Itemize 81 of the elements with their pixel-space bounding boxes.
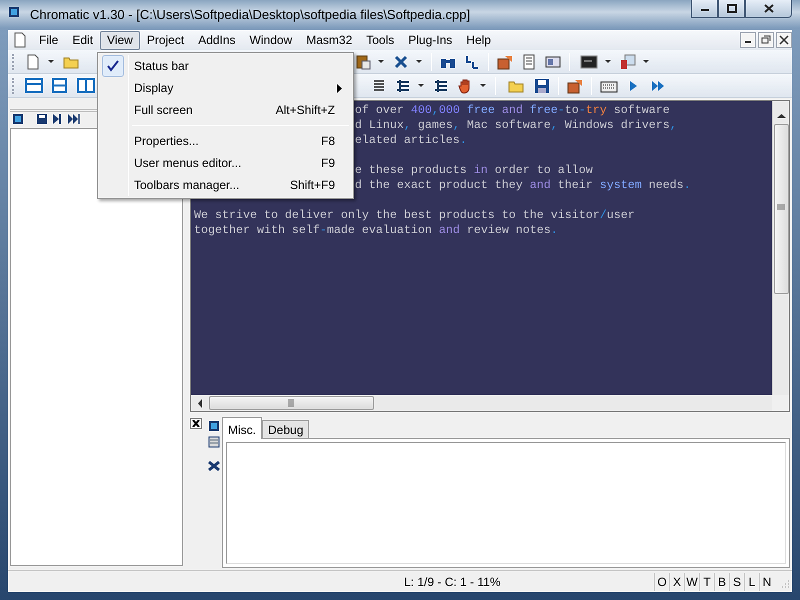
shortcut-text: F9 — [320, 155, 335, 172]
code-line: d the exact product they and their system needs. — [354, 178, 691, 192]
layout-icon[interactable] — [77, 77, 95, 94]
indent-icon[interactable] — [395, 78, 411, 94]
check-icon — [107, 60, 119, 72]
status-indicator: X — [669, 572, 684, 590]
document-icon — [12, 32, 28, 48]
cross-icon[interactable] — [208, 460, 220, 472]
list-icon[interactable] — [208, 436, 220, 448]
clipboard-icon[interactable] — [355, 54, 371, 70]
mdi-restore-button[interactable] — [758, 32, 774, 48]
horizontal-scrollbar[interactable] — [191, 395, 772, 411]
grip-icon — [777, 204, 785, 211]
module-icon[interactable] — [12, 113, 24, 125]
status-indicator: B — [714, 572, 729, 590]
menu-option[interactable]: User menus editor... — [134, 154, 321, 172]
layout-icon[interactable] — [25, 77, 43, 94]
indent-icon[interactable] — [433, 78, 449, 94]
maximize-button[interactable] — [718, 0, 745, 18]
submenu-arrow-icon — [337, 84, 342, 92]
grip-icon — [288, 399, 295, 407]
shortcut-text: Alt+Shift+Z — [276, 102, 335, 119]
align-icon[interactable] — [371, 78, 387, 94]
code-line: We strive to deliver only the best products to the visitor/user — [194, 208, 635, 222]
code-line: elated articles. — [354, 133, 467, 147]
mdi-minimize-button[interactable] — [740, 32, 756, 48]
export-icon[interactable] — [497, 54, 513, 70]
close-panel-button[interactable] — [190, 418, 202, 429]
menu-item[interactable]: Tools — [359, 30, 402, 50]
menu-option[interactable]: Display — [134, 79, 337, 97]
code-line: e these products in order to allow — [354, 163, 593, 177]
layout-icon[interactable] — [51, 77, 69, 94]
maximize-icon — [724, 3, 738, 14]
menu-item[interactable]: Help — [459, 30, 498, 50]
shortcut-text: Shift+F9 — [290, 177, 335, 194]
code-line: d Linux, games, Mac software, Windows drivers, — [354, 118, 677, 132]
console-icon[interactable] — [580, 54, 598, 70]
page-icon[interactable] — [25, 54, 41, 70]
scroll-left-icon[interactable] — [197, 398, 203, 408]
status-indicator: O — [654, 572, 669, 590]
menu-item[interactable]: File — [32, 30, 66, 50]
panel-tab[interactable]: Debug — [262, 420, 310, 438]
window-stack-icon[interactable] — [620, 54, 636, 70]
menu-item[interactable]: View — [100, 30, 140, 50]
status-indicator: L — [744, 572, 759, 590]
scroll-thumb[interactable] — [209, 396, 374, 410]
menu-item[interactable]: Plug-Ins — [401, 30, 460, 50]
x-icon[interactable] — [393, 54, 409, 70]
scroll-thumb[interactable] — [774, 124, 788, 294]
close-icon — [779, 35, 789, 45]
status-indicator: N — [759, 572, 774, 590]
menu-option[interactable]: Full screen — [134, 101, 276, 119]
close-button[interactable] — [745, 0, 792, 18]
skip-icon[interactable] — [68, 113, 80, 125]
menu-item[interactable]: Masm32 — [299, 30, 360, 50]
panel-tab[interactable]: Misc. — [222, 417, 262, 439]
code-line: of over 400,000 free and free-to-try software — [354, 103, 670, 117]
menu-item[interactable]: Window — [242, 30, 300, 50]
mdi-close-button[interactable] — [776, 32, 792, 48]
scroll-up-icon[interactable] — [776, 113, 786, 119]
cursor-position: L: 1/9 - C: 1 - 11% — [404, 574, 502, 590]
list-page-icon[interactable] — [521, 54, 537, 70]
shortcut-text: F8 — [320, 133, 335, 150]
menu-item[interactable]: Edit — [65, 30, 100, 50]
window-icon[interactable] — [545, 54, 561, 70]
menu-item[interactable]: Project — [140, 30, 192, 50]
minimize-button[interactable] — [691, 0, 718, 18]
vertical-scrollbar[interactable] — [772, 101, 789, 395]
status-indicator: T — [699, 572, 714, 590]
menu-option[interactable]: Toolbars manager... — [134, 176, 290, 194]
status-indicator: W — [684, 572, 699, 590]
window-title: Chromatic v1.30 - [C:\Users\Softpedia\Desktop\softpedia files\Softpedia.cpp] — [29, 6, 472, 24]
status-indicator: S — [729, 572, 744, 590]
menu-option[interactable]: Properties... — [134, 132, 321, 150]
code-line: together with self-made evaluation and review notes. — [194, 223, 558, 237]
close-icon — [762, 3, 776, 14]
restore-icon — [761, 35, 771, 45]
export-icon[interactable] — [567, 78, 583, 94]
module-icon[interactable] — [208, 420, 220, 432]
step-icon[interactable] — [52, 113, 64, 125]
menu-item[interactable]: AddIns — [191, 30, 243, 50]
